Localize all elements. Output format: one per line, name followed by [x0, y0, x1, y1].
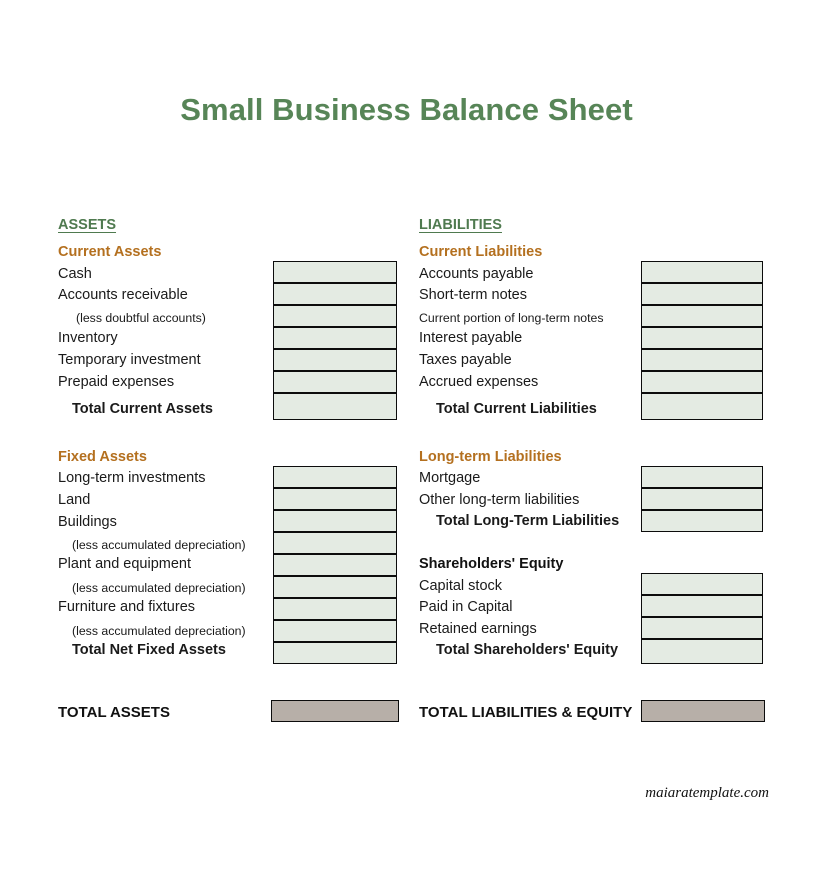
input-accounts-payable[interactable]: [641, 261, 763, 283]
row-label-retained-earnings: Retained earnings: [419, 621, 537, 637]
input-mortgage[interactable]: [641, 466, 763, 488]
row-label-less-accumulated-depreciation-buildings: (less accumulated depreciation): [72, 538, 246, 552]
row-label-total-net-fixed-assets: Total Net Fixed Assets: [72, 642, 226, 658]
subsection-header-fixed-assets: Fixed Assets: [58, 449, 147, 465]
row-label-total-current-assets: Total Current Assets: [72, 401, 213, 417]
row-label-prepaid-expenses: Prepaid expenses: [58, 374, 175, 390]
input-total-current-liabilities[interactable]: [641, 393, 763, 420]
input-interest-payable[interactable]: [641, 327, 763, 349]
row-label-total-long-term-liabilities: Total Long-Term Liabilities: [436, 513, 620, 529]
row-label-total-current-liabilities: Total Current Liabilities: [436, 401, 597, 417]
input-current-portion-long-term-notes[interactable]: [641, 305, 763, 327]
row-label-cash: Cash: [58, 266, 92, 282]
input-total-long-term-liabilities[interactable]: [641, 510, 763, 532]
input-retained-earnings[interactable]: [641, 617, 763, 639]
row-label-current-portion-long-term-notes: Current portion of long-term notes: [419, 311, 604, 325]
row-label-interest-payable: Interest payable: [419, 330, 523, 346]
row-label-accounts-payable: Accounts payable: [419, 266, 534, 282]
input-capital-stock[interactable]: [641, 573, 763, 595]
row-label-accrued-expenses: Accrued expenses: [419, 374, 539, 390]
row-label-mortgage: Mortgage: [419, 470, 481, 486]
subsection-header-current-assets: Current Assets: [58, 244, 162, 260]
input-taxes-payable[interactable]: [641, 349, 763, 371]
input-total-shareholders-equity[interactable]: [641, 639, 763, 664]
row-label-less-accumulated-depreciation-plant: (less accumulated depreciation): [72, 581, 246, 595]
row-label-taxes-payable: Taxes payable: [419, 352, 512, 368]
row-label-less-accumulated-depreciation-furniture: (less accumulated depreciation): [72, 624, 246, 638]
input-accrued-expenses[interactable]: [641, 371, 763, 393]
assets-column: ASSETS Current Assets Cash Accounts rece…: [0, 0, 406, 872]
row-label-other-long-term-liabilities: Other long-term liabilities: [419, 492, 580, 508]
row-label-furniture-and-fixtures: Furniture and fixtures: [58, 599, 196, 615]
input-total-liabilities-and-equity[interactable]: [641, 700, 765, 722]
input-other-long-term-liabilities[interactable]: [641, 488, 763, 510]
row-label-temporary-investment: Temporary investment: [58, 352, 201, 368]
row-label-accounts-receivable: Accounts receivable: [58, 287, 188, 303]
row-label-total-shareholders-equity: Total Shareholders' Equity: [436, 642, 619, 658]
row-label-capital-stock: Capital stock: [419, 578, 503, 594]
row-label-short-term-notes: Short-term notes: [419, 287, 527, 303]
input-paid-in-capital[interactable]: [641, 595, 763, 617]
liabilities-column: LIABILITIES Current Liabilities Accounts…: [361, 0, 767, 872]
footer-watermark: maiaratemplate.com: [645, 785, 769, 801]
row-label-plant-and-equipment: Plant and equipment: [58, 556, 192, 572]
grand-total-label-assets: TOTAL ASSETS: [58, 704, 170, 721]
row-label-paid-in-capital: Paid in Capital: [419, 599, 513, 615]
row-label-inventory: Inventory: [58, 330, 118, 346]
subsection-header-long-term-liabilities: Long-term Liabilities: [419, 449, 562, 465]
section-header-assets: ASSETS: [58, 217, 117, 233]
subsection-header-shareholders-equity: Shareholders' Equity: [419, 556, 564, 572]
section-header-liabilities: LIABILITIES: [419, 217, 502, 233]
balance-sheet-page: Small Business Balance Sheet ASSETS Curr…: [0, 0, 813, 872]
row-label-long-term-investments: Long-term investments: [58, 470, 206, 486]
row-label-land: Land: [58, 492, 91, 508]
input-short-term-notes[interactable]: [641, 283, 763, 305]
row-label-less-doubtful-accounts: (less doubtful accounts): [76, 311, 206, 325]
grand-total-label-liabilities-equity: TOTAL LIABILITIES & EQUITY: [419, 704, 633, 721]
subsection-header-current-liabilities: Current Liabilities: [419, 244, 543, 260]
row-label-buildings: Buildings: [58, 514, 117, 530]
